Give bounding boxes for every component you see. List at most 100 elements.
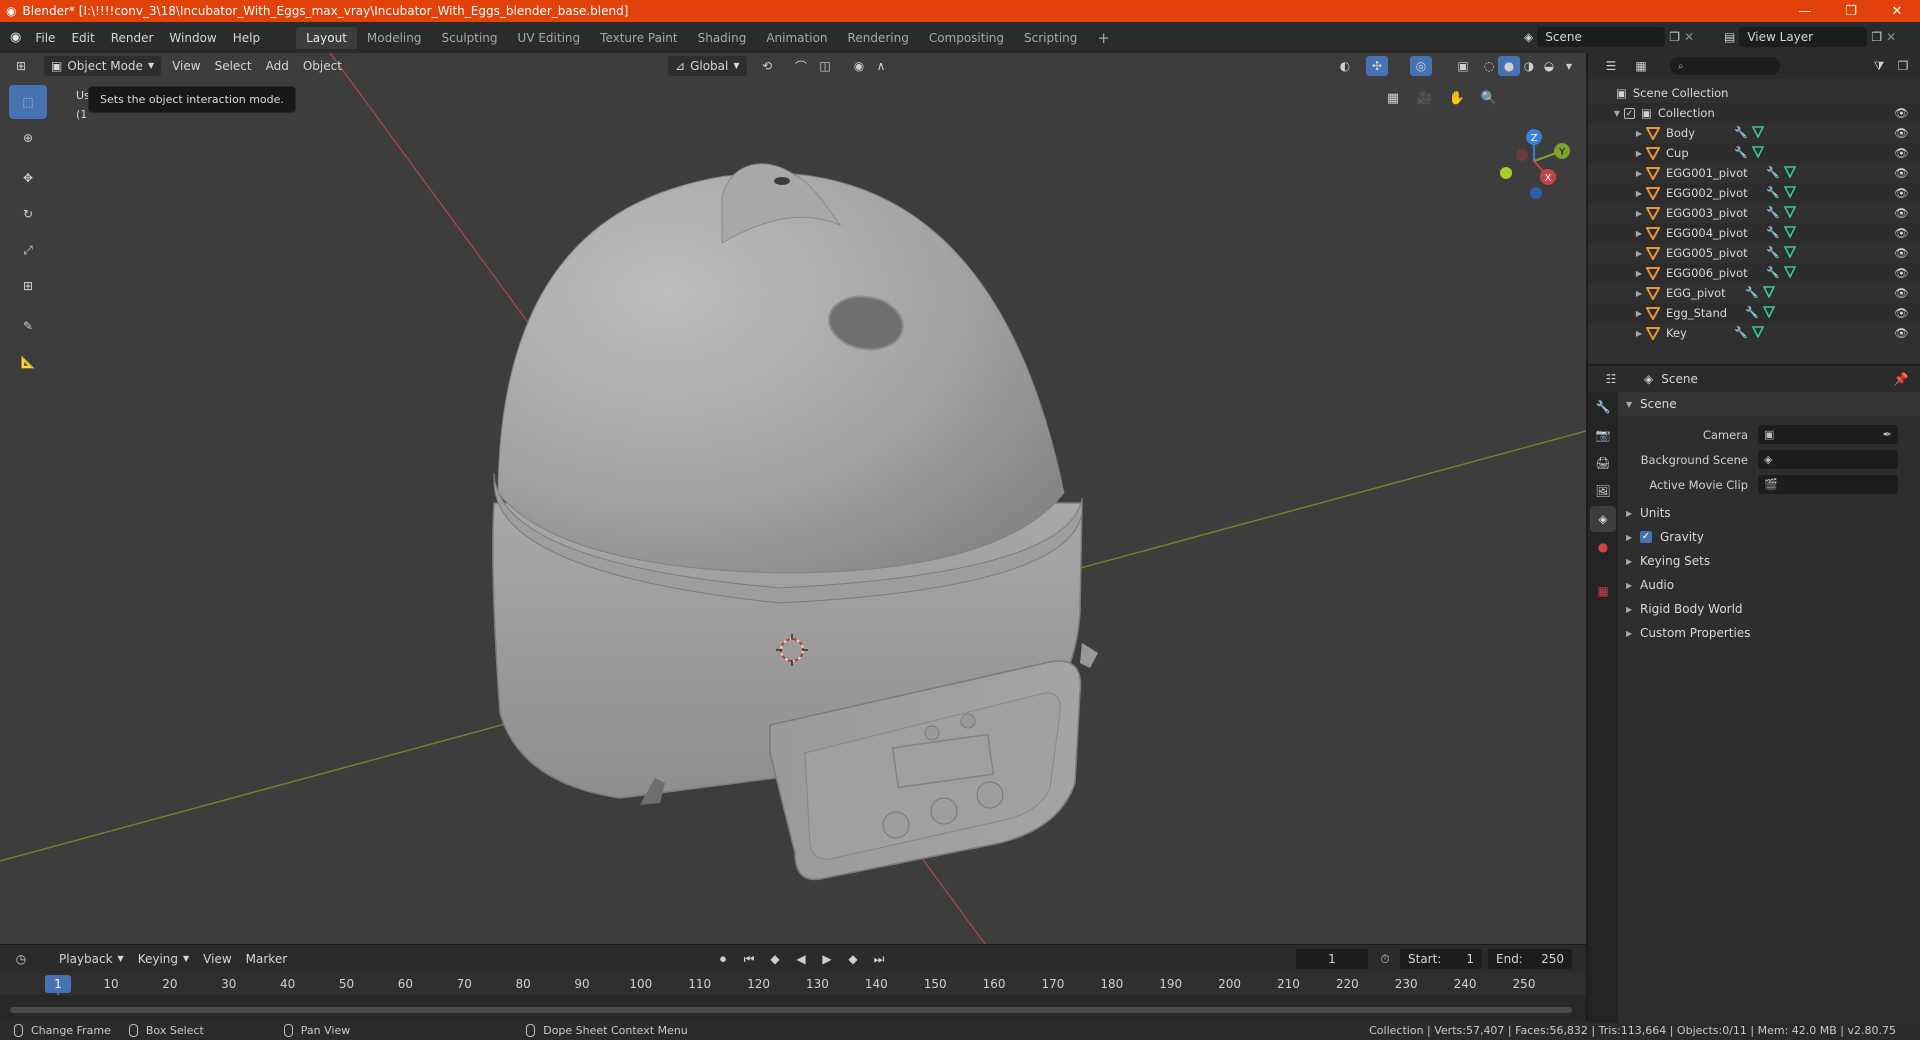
- select-box-tool[interactable]: ⬚: [9, 85, 47, 119]
- current-frame-indicator[interactable]: 1: [45, 975, 71, 993]
- mesh-data-icon[interactable]: [1783, 165, 1796, 181]
- gravity-checkbox[interactable]: ✓: [1640, 531, 1652, 543]
- maximize-button[interactable]: ❐: [1828, 0, 1874, 22]
- eye-icon[interactable]: 👁: [1894, 166, 1909, 180]
- expand-arrow-icon[interactable]: ▶: [1632, 169, 1646, 178]
- outliner-row-object[interactable]: ▶ EGG001_pivot 🔧 👁: [1588, 163, 1920, 183]
- modifier-wrench-icon[interactable]: 🔧: [1734, 146, 1748, 161]
- display-mode-icon[interactable]: ▦: [1630, 56, 1652, 76]
- object-menu[interactable]: Object: [296, 56, 349, 76]
- outliner-row-object[interactable]: ▶ EGG005_pivot 🔧 👁: [1588, 243, 1920, 263]
- timeline-view-menu[interactable]: View: [196, 949, 238, 969]
- scene-selector[interactable]: Scene: [1537, 27, 1666, 47]
- menu-edit[interactable]: Edit: [63, 27, 102, 49]
- panel-scene-header[interactable]: ▼ Scene: [1618, 392, 1920, 416]
- modifier-wrench-icon[interactable]: 🔧: [1745, 306, 1759, 321]
- panel-units-header[interactable]: ▶ Units: [1618, 501, 1920, 525]
- mesh-data-icon[interactable]: [1751, 125, 1764, 141]
- outliner-row-object[interactable]: ▶ Cup 🔧 👁: [1588, 143, 1920, 163]
- eyedropper-icon[interactable]: ✒: [1883, 428, 1892, 441]
- rotate-tool[interactable]: ↻: [9, 197, 47, 231]
- tab-rendering[interactable]: Rendering: [838, 27, 919, 49]
- filter-icon[interactable]: ⧩: [1868, 56, 1890, 76]
- outliner-row-object[interactable]: ▶ EGG002_pivot 🔧 👁: [1588, 183, 1920, 203]
- gizmo-toggle-icon[interactable]: ✣: [1366, 56, 1388, 76]
- outliner-row-object[interactable]: ▶ EGG006_pivot 🔧 👁: [1588, 263, 1920, 283]
- menu-render[interactable]: Render: [103, 27, 162, 49]
- snap-icon[interactable]: ⌒: [790, 56, 812, 76]
- eye-icon[interactable]: 👁: [1894, 266, 1909, 280]
- viewport-scene[interactable]: Z Y X: [0, 53, 1586, 944]
- panel-rigid-body-world-header[interactable]: ▶ Rigid Body World: [1618, 597, 1920, 621]
- eye-icon[interactable]: 👁: [1894, 226, 1909, 240]
- menu-help[interactable]: Help: [225, 27, 268, 49]
- navigation-gizmo[interactable]: Z Y X: [1500, 129, 1570, 199]
- panel-audio-header[interactable]: ▶ Audio: [1618, 573, 1920, 597]
- expand-arrow-icon[interactable]: ▶: [1632, 189, 1646, 198]
- expand-arrow-icon[interactable]: ▶: [1632, 229, 1646, 238]
- modifier-wrench-icon[interactable]: 🔧: [1766, 166, 1780, 181]
- tab-render[interactable]: 📷: [1590, 422, 1616, 448]
- new-scene-icon[interactable]: ❐: [1669, 30, 1680, 44]
- close-button[interactable]: ✕: [1874, 0, 1920, 22]
- transform-tool[interactable]: ⊞: [9, 269, 47, 303]
- mesh-data-icon[interactable]: [1762, 305, 1775, 321]
- tab-scripting[interactable]: Scripting: [1014, 27, 1087, 49]
- mesh-data-icon[interactable]: [1751, 325, 1764, 341]
- snap-target-icon[interactable]: ◫: [814, 56, 836, 76]
- playback-menu[interactable]: Playback ▼: [52, 949, 131, 969]
- next-keyframe-icon[interactable]: ◆: [842, 949, 864, 969]
- toggle-grid-icon[interactable]: ▦: [1380, 85, 1406, 111]
- current-frame-field[interactable]: 1: [1296, 949, 1368, 969]
- eye-icon[interactable]: 👁: [1894, 246, 1909, 260]
- modifier-wrench-icon[interactable]: 🔧: [1766, 226, 1780, 241]
- outliner-search-input[interactable]: ⌕: [1670, 57, 1780, 75]
- tab-output[interactable]: 🖨: [1590, 450, 1616, 476]
- transform-orientation-dropdown[interactable]: ⊿ Global ▼: [668, 56, 747, 76]
- end-frame-field[interactable]: End: 250: [1488, 949, 1572, 969]
- jump-end-icon[interactable]: ⏭: [868, 949, 890, 969]
- modifier-wrench-icon[interactable]: 🔧: [1734, 326, 1748, 341]
- mesh-data-icon[interactable]: [1783, 205, 1796, 221]
- panel-keying-sets-header[interactable]: ▶ Keying Sets: [1618, 549, 1920, 573]
- select-menu[interactable]: Select: [208, 56, 259, 76]
- annotate-tool[interactable]: ✎: [9, 309, 47, 343]
- delete-view-layer-icon[interactable]: ✕: [1886, 30, 1896, 44]
- new-view-layer-icon[interactable]: ❐: [1871, 30, 1882, 44]
- timeline-scrollbar[interactable]: [10, 1007, 1572, 1013]
- rendered-shading-icon[interactable]: ◒: [1538, 56, 1560, 76]
- start-frame-field[interactable]: Start: 1: [1400, 949, 1482, 969]
- pan-hand-icon[interactable]: ✋: [1444, 85, 1470, 111]
- outliner-row-object[interactable]: ▶ Body 🔧 👁: [1588, 123, 1920, 143]
- expand-arrow-icon[interactable]: ▶: [1632, 149, 1646, 158]
- 3d-viewport[interactable]: Z Y X ⊞ ▣ Object Mode ▼ View Select Add …: [0, 53, 1586, 944]
- zoom-icon[interactable]: 🔍: [1476, 85, 1502, 111]
- expand-arrow-icon[interactable]: ▶: [1632, 269, 1646, 278]
- tab-animation[interactable]: Animation: [756, 27, 837, 49]
- object-mode-dropdown[interactable]: ▣ Object Mode ▼: [44, 56, 162, 76]
- mesh-data-icon[interactable]: [1783, 265, 1796, 281]
- tab-shading[interactable]: Shading: [688, 27, 757, 49]
- menu-window[interactable]: Window: [161, 27, 224, 49]
- scene-icon[interactable]: ◈: [1524, 30, 1533, 44]
- keying-menu[interactable]: Keying ▼: [131, 949, 196, 969]
- eye-icon[interactable]: 👁: [1894, 126, 1909, 140]
- timeline-track-area[interactable]: [0, 995, 1586, 1021]
- active-movie-clip-field[interactable]: 🎬: [1758, 475, 1898, 494]
- background-scene-field[interactable]: ◈: [1758, 450, 1898, 469]
- timeline-ruler[interactable]: 1 10 20 30 40 50 60 70 80 90 100 110 120 130 140 150 160…: [0, 973, 1586, 1023]
- outliner-editor-type-icon[interactable]: ☰: [1600, 56, 1622, 76]
- tab-texture-paint[interactable]: Texture Paint: [590, 27, 687, 49]
- menu-file[interactable]: File: [27, 27, 63, 49]
- record-icon[interactable]: ⏺: [712, 949, 734, 969]
- proportional-falloff-icon[interactable]: ∧: [870, 56, 892, 76]
- tab-scene[interactable]: ◈: [1590, 506, 1616, 532]
- pin-icon[interactable]: 📌: [1890, 369, 1912, 389]
- expand-arrow-icon[interactable]: ▶: [1632, 289, 1646, 298]
- panel-custom-properties-header[interactable]: ▶ Custom Properties: [1618, 621, 1920, 645]
- tab-modeling[interactable]: Modeling: [357, 27, 432, 49]
- shading-options-icon[interactable]: ▼: [1558, 56, 1580, 76]
- mesh-data-icon[interactable]: [1762, 285, 1775, 301]
- view-layer-selector[interactable]: View Layer: [1739, 27, 1868, 47]
- pivot-point-icon[interactable]: ⟲: [756, 56, 778, 76]
